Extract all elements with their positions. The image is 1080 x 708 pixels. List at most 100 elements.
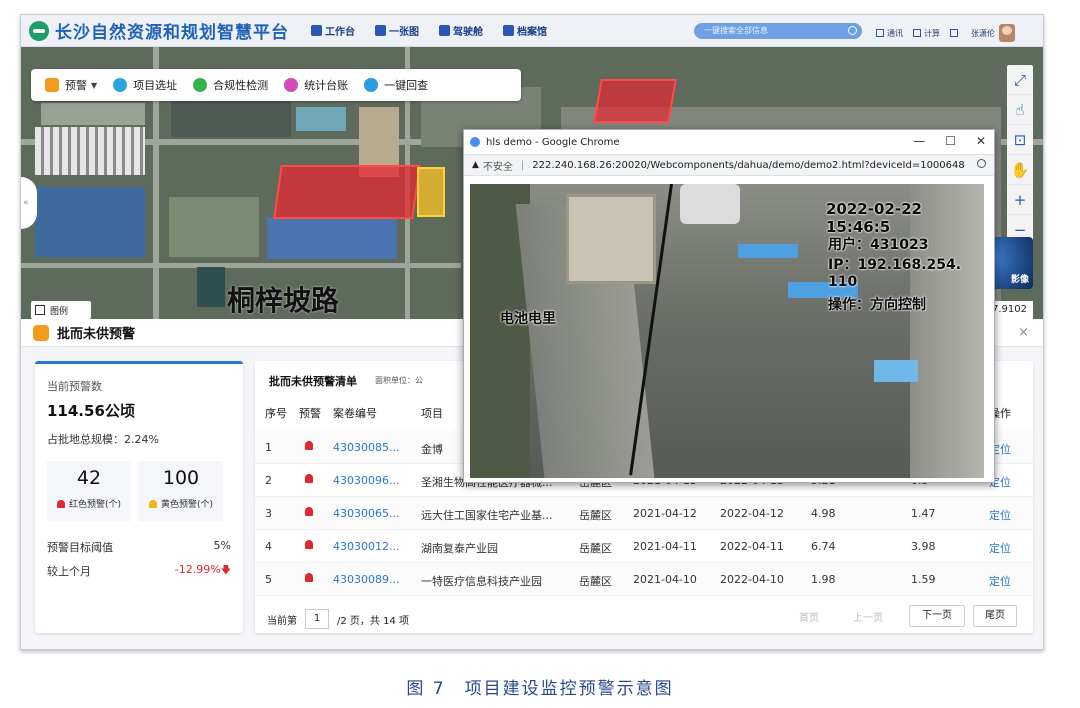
- fullscreen-icon[interactable]: ⤢: [1007, 65, 1033, 95]
- red-warning-parcel[interactable]: [593, 79, 677, 123]
- red-warning-parcel[interactable]: [273, 165, 421, 219]
- measure-icon[interactable]: ⊡: [1007, 125, 1033, 155]
- page-input[interactable]: 1: [305, 609, 329, 629]
- url-text: 222.240.168.26:20020/Webcomponents/dahua…: [532, 159, 965, 171]
- yellow-label: 黄色预警(个): [160, 500, 214, 510]
- col-project: 项目: [421, 407, 443, 420]
- legend-icon: [35, 305, 45, 315]
- ratio-text: 占批地总规模：2.24%: [47, 433, 159, 446]
- cell-district: 岳麓区: [579, 509, 612, 522]
- search-input[interactable]: 一键搜索全部信息: [694, 23, 862, 39]
- avatar[interactable]: [999, 24, 1015, 42]
- chrome-icon: [470, 137, 480, 147]
- table-row: 5 43030089... 一特医疗信息科技产业园 岳麓区 2021-04-10 2022…: [255, 563, 1033, 596]
- tool-label: 项目选址: [133, 79, 178, 92]
- pagination: 当前第 1 /2 页，共 14 项 首页 上一页 下一页 尾页: [255, 601, 1033, 629]
- red-alarm-icon: [305, 540, 313, 549]
- video-car: [680, 184, 740, 224]
- alarm-cell: [305, 573, 313, 582]
- address-bar[interactable]: ▲ 不安全 | 222.240.168.26:20020/Webcomponen…: [464, 154, 994, 176]
- tool-statistics[interactable]: 统计台账: [284, 77, 348, 93]
- mom-value: -12.99%: [174, 563, 221, 576]
- legend-button[interactable]: 图例: [31, 301, 91, 319]
- window-titlebar[interactable]: hls demo - Google Chrome — ☐ ✕: [464, 130, 994, 154]
- current-warning-label: 当前预警数: [47, 380, 102, 393]
- apps-button[interactable]: [950, 29, 961, 37]
- insecure-label: 不安全: [482, 161, 513, 173]
- case-no-link[interactable]: 43030089...: [333, 573, 399, 586]
- warning-icon: [33, 324, 49, 341]
- warning-counts: 42 红色预警(个) 100 黄色预警(个): [47, 461, 231, 521]
- user-name[interactable]: 张潇伦: [971, 28, 995, 39]
- case-no-link[interactable]: 43030085...: [333, 441, 399, 454]
- check-icon: [193, 78, 208, 92]
- calculator-button[interactable]: 计算: [913, 28, 940, 39]
- zoom-icon[interactable]: [977, 159, 986, 168]
- video-signboard: [566, 194, 656, 284]
- map-pond: [197, 267, 225, 307]
- case-no-link[interactable]: 43030096...: [333, 474, 399, 487]
- red-alarm-icon: [305, 507, 313, 516]
- prev-page-button[interactable]: 上一页: [853, 609, 883, 624]
- nav-workbench[interactable]: 工作台: [311, 23, 355, 38]
- hand-pointer-icon[interactable]: ☝: [1007, 95, 1033, 125]
- threshold-row: 预警目标阈值 5%: [47, 539, 231, 555]
- first-page-button[interactable]: 首页: [799, 609, 819, 624]
- side-panel-toggle[interactable]: «: [21, 177, 37, 229]
- cell-index: 4: [265, 540, 272, 553]
- video-table: [874, 360, 918, 382]
- next-page-button[interactable]: 下一页: [909, 605, 965, 627]
- nav-archive[interactable]: 档案馆: [503, 23, 547, 38]
- message-button[interactable]: 通讯: [876, 28, 903, 39]
- nav-label: 工作台: [325, 27, 355, 38]
- tool-compliance-check[interactable]: 合规性检测: [193, 77, 268, 93]
- review-icon: [364, 78, 379, 92]
- table-row: 3 43030065... 远大住工国家住宅产业基... 岳麓区 2021-04-12 2…: [255, 497, 1033, 530]
- logo-icon: [29, 20, 49, 41]
- map-controls: ⤢ ☝ ⊡ ✋ + −: [1007, 65, 1033, 245]
- yellow-warning-parcel[interactable]: [417, 167, 445, 217]
- nav-cockpit[interactable]: 驾驶舱: [439, 23, 483, 38]
- case-no-link[interactable]: 43030012...: [333, 540, 399, 553]
- minimize-icon[interactable]: —: [913, 134, 925, 148]
- tool-review[interactable]: 一键回查: [364, 77, 428, 93]
- cell-date1: 2021-04-12: [633, 507, 697, 520]
- cell-index: 5: [265, 573, 272, 586]
- message-label: 通讯: [887, 28, 903, 38]
- map-building: [169, 197, 259, 257]
- tool-site-selection[interactable]: 项目选址: [113, 77, 177, 93]
- tool-alarm[interactable]: 预警 ▼: [45, 77, 97, 93]
- legend-label: 图例: [50, 306, 69, 317]
- message-icon: [876, 29, 884, 37]
- case-no-link[interactable]: 43030065...: [333, 507, 399, 520]
- window-close-icon[interactable]: ✕: [976, 134, 986, 148]
- maximize-icon[interactable]: ☐: [945, 134, 956, 148]
- cell-district: 岳麓区: [579, 542, 612, 555]
- map-building: [267, 217, 397, 259]
- locate-link[interactable]: 定位: [989, 573, 1011, 589]
- camera-video-feed[interactable]: 2022-02-22 15:46:5 用户：431023 IP：192.168.…: [470, 184, 984, 478]
- threshold-value: 5%: [213, 539, 231, 552]
- search-icon[interactable]: [848, 26, 857, 35]
- current-warning-value: 114.56公顷: [47, 402, 135, 420]
- main-nav: 工作台 一张图 驾驶舱 档案馆: [311, 23, 567, 38]
- app-title: 长沙自然资源和规划智慧平台: [55, 23, 289, 43]
- nav-label: 一张图: [389, 27, 419, 38]
- video-table: [738, 244, 798, 258]
- archive-icon: [503, 25, 514, 36]
- zoom-in-icon[interactable]: +: [1007, 185, 1033, 215]
- tool-label: 一键回查: [384, 79, 429, 92]
- last-page-button[interactable]: 尾页: [973, 605, 1017, 627]
- yellow-bell-icon: [148, 499, 157, 508]
- cell-index: 1: [265, 441, 272, 454]
- yellow-count: 100: [162, 467, 200, 489]
- locate-link[interactable]: 定位: [989, 507, 1011, 523]
- nav-label: 档案馆: [517, 27, 547, 38]
- cell-area2: 1.59: [911, 573, 936, 586]
- cell-date2: 2022-04-12: [720, 507, 784, 520]
- locate-link[interactable]: 定位: [989, 540, 1011, 556]
- pan-icon[interactable]: ✋: [1007, 155, 1033, 185]
- close-icon[interactable]: ×: [1018, 325, 1029, 340]
- nav-one-map[interactable]: 一张图: [375, 23, 419, 38]
- cell-date2: 2022-04-11: [720, 540, 784, 553]
